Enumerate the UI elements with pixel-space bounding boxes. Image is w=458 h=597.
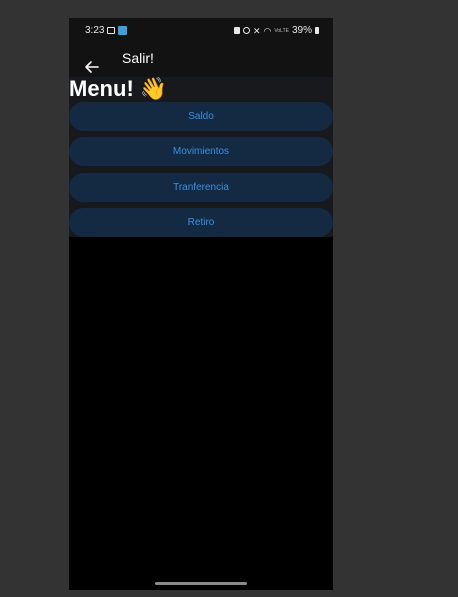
- retiro-button[interactable]: Retiro: [69, 208, 333, 237]
- menu-content: Menu! 👋 Saldo Movimientos Tranferencia R…: [69, 77, 333, 237]
- app-notification-icon: [118, 26, 128, 35]
- wifi-icon: ◠: [263, 25, 272, 36]
- back-arrow-icon[interactable]: [82, 57, 102, 77]
- alarm-icon: [242, 27, 250, 34]
- app-bar-title: Salir!: [122, 50, 154, 66]
- page-title: Menu! 👋: [69, 76, 168, 101]
- mute-icon: ✕: [252, 25, 261, 36]
- home-indicator[interactable]: [155, 582, 247, 585]
- saldo-button[interactable]: Saldo: [69, 102, 333, 131]
- signal-icon: VoLTE: [274, 27, 289, 34]
- status-right: ✕ ◠ VoLTE 39%: [233, 25, 319, 36]
- battery-icon: [315, 27, 319, 34]
- chat-icon: [107, 27, 116, 34]
- status-bar: 3:23 ✕ ◠ VoLTE 39%: [69, 18, 333, 44]
- movimientos-button[interactable]: Movimientos: [69, 137, 333, 166]
- nfc-icon: [233, 27, 240, 34]
- transferencia-button[interactable]: Tranferencia: [69, 173, 333, 202]
- status-time: 3:23: [85, 25, 105, 36]
- phone-screen: 3:23 ✕ ◠ VoLTE 39% Salir! Menu! 👋 Saldo …: [69, 18, 333, 590]
- battery-percent: 39%: [291, 25, 312, 36]
- status-left: 3:23: [85, 25, 128, 36]
